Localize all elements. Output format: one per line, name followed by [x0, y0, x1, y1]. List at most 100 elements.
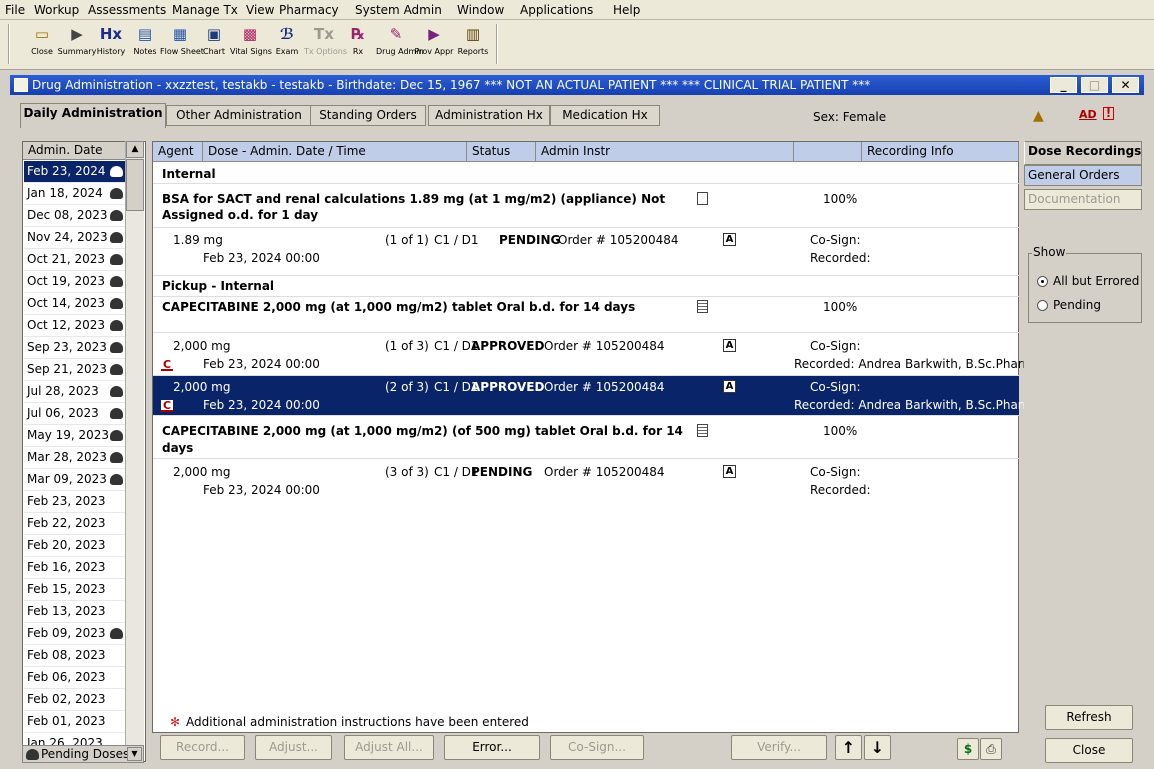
toolbar-vital-signs-button[interactable]: ▩ Vital Signs	[230, 22, 272, 66]
order-row[interactable]: CAPECITABINE 2,000 mg (at 1,000 mg/m2) (…	[153, 416, 1019, 459]
toolbar-chart-button[interactable]: ▣ Chart	[194, 22, 234, 66]
date-row[interactable]: Feb 22, 2023	[24, 513, 129, 535]
tab-standing-orders[interactable]: Standing Orders	[310, 105, 426, 126]
document-icon[interactable]	[697, 192, 708, 205]
date-row[interactable]: Jan 18, 2024	[24, 183, 129, 205]
tab-medication-hx[interactable]: Medication Hx	[550, 105, 660, 126]
date-row[interactable]: Feb 23, 2024	[24, 161, 129, 183]
date-row[interactable]: Nov 24, 2023	[24, 227, 129, 249]
dose-row-selected[interactable]: 2,000 mg (2 of 3) C1 / D1 APPROVED Order…	[153, 376, 1034, 416]
date-row[interactable]: Oct 12, 2023	[24, 315, 129, 337]
toolbar-prov-appr-button[interactable]: ▶ Prov Appr	[414, 22, 454, 66]
menu-help[interactable]: Help	[613, 3, 640, 17]
admin-instr-icon[interactable]: A	[723, 339, 736, 352]
radio-all-but-errored[interactable]	[1037, 276, 1048, 287]
adjust-button[interactable]: Adjust...	[255, 735, 332, 760]
print-button[interactable]: ⎙	[980, 738, 1002, 760]
date-row[interactable]: Jul 28, 2023	[24, 381, 129, 403]
chevron-down-icon[interactable]: ▼	[127, 747, 142, 761]
menu-pharmacy[interactable]: Pharmacy	[279, 3, 339, 17]
tab-daily-administration[interactable]: Daily Administration	[20, 103, 166, 128]
error-button[interactable]: Error...	[444, 735, 540, 760]
date-row[interactable]: Jul 06, 2023	[24, 403, 129, 425]
col-status[interactable]: Status	[467, 142, 536, 162]
col-blank[interactable]	[794, 142, 862, 162]
window-title-bar[interactable]: Drug Administration - xxzztest, testakb …	[10, 75, 1144, 95]
tab-dose-recordings[interactable]: Dose Recordings	[1024, 141, 1142, 165]
billing-button[interactable]: $	[957, 738, 979, 760]
date-row[interactable]: Feb 02, 2023	[24, 689, 129, 711]
menu-window[interactable]: Window	[457, 3, 504, 17]
admin-date-header[interactable]: Admin. Date	[23, 142, 129, 160]
radio-pending[interactable]	[1037, 300, 1048, 311]
date-row[interactable]: May 19, 2023	[24, 425, 129, 447]
toolbar-drug-admin-button[interactable]: ✎ Drug Admin	[376, 22, 424, 66]
admin-instr-icon[interactable]: A	[723, 380, 736, 393]
date-row[interactable]: Feb 20, 2023	[24, 535, 129, 557]
scroll-thumb[interactable]	[126, 159, 144, 211]
minimize-button[interactable]: _	[1050, 77, 1077, 93]
dose-row[interactable]: 1.89 mg (1 of 1) C1 / D1 PENDING Order #…	[153, 228, 1019, 276]
move-up-button[interactable]: ↑	[835, 735, 862, 760]
cosign-required-icon[interactable]: C	[161, 400, 173, 412]
col-admin-instr[interactable]: Admin Instr	[536, 142, 794, 162]
date-row[interactable]: Mar 09, 2023	[24, 469, 129, 491]
toolbar-close-button[interactable]: ▭ Close	[22, 22, 62, 66]
menu-system-admin[interactable]: System Admin	[355, 3, 442, 17]
menu-manage-tx[interactable]: Manage Tx	[172, 3, 238, 17]
scroll-up-button[interactable]: ▲	[126, 141, 144, 158]
adjust-all-button[interactable]: Adjust All...	[344, 735, 434, 760]
tab-documentation[interactable]: Documentation	[1024, 189, 1142, 210]
order-row[interactable]: BSA for SACT and renal calculations 1.89…	[153, 184, 1019, 228]
menu-view[interactable]: View	[246, 3, 274, 17]
menu-workup[interactable]: Workup	[34, 3, 79, 17]
col-dose[interactable]: Dose - Admin. Date / Time	[203, 142, 467, 162]
date-row[interactable]: Feb 09, 2023	[24, 623, 129, 645]
menu-assessments[interactable]: Assessments	[88, 3, 166, 17]
close-window-button[interactable]: ✕	[1112, 77, 1139, 93]
pending-label[interactable]: Pending	[1053, 298, 1101, 312]
date-row[interactable]: Feb 06, 2023	[24, 667, 129, 689]
date-row[interactable]: Feb 15, 2023	[24, 579, 129, 601]
all-but-errored-label[interactable]: All but Errored	[1053, 274, 1139, 288]
date-row[interactable]: Sep 21, 2023	[24, 359, 129, 381]
date-list-scrollbar[interactable]: ▲	[125, 141, 144, 762]
col-agent[interactable]: Agent	[153, 142, 203, 162]
cosign-required-icon[interactable]: C	[161, 359, 173, 371]
move-down-button[interactable]: ↓	[864, 735, 891, 760]
verify-button[interactable]: Verify...	[731, 735, 827, 760]
date-row[interactable]: Oct 14, 2023	[24, 293, 129, 315]
tab-other-administration[interactable]: Other Administration	[166, 105, 312, 126]
order-row[interactable]: CAPECITABINE 2,000 mg (at 1,000 mg/m2) t…	[153, 297, 1019, 333]
toolbar-rx-button[interactable]: ℞ Rx	[338, 22, 378, 66]
dose-row[interactable]: 2,000 mg (1 of 3) C1 / D1 APPROVED Order…	[153, 333, 1034, 376]
date-row[interactable]: Feb 08, 2023	[24, 645, 129, 667]
date-row[interactable]: Feb 13, 2023	[24, 601, 129, 623]
menu-applications[interactable]: Applications	[520, 3, 593, 17]
document-icon[interactable]	[697, 424, 708, 437]
refresh-button[interactable]: Refresh	[1045, 705, 1133, 730]
toolbar-reports-button[interactable]: ▥ Reports	[453, 22, 493, 66]
date-row[interactable]: Feb 01, 2023	[24, 711, 129, 733]
date-row[interactable]: Sep 23, 2023	[24, 337, 129, 359]
dose-row[interactable]: 2,000 mg (3 of 3) C1 / D1 PENDING Order …	[153, 459, 1019, 505]
toolbar-notes-button[interactable]: ▤ Notes	[125, 22, 165, 66]
document-icon[interactable]	[697, 300, 708, 313]
date-row[interactable]: Oct 19, 2023	[24, 271, 129, 293]
date-row[interactable]: Feb 16, 2023	[24, 557, 129, 579]
date-row[interactable]: Dec 08, 2023	[24, 205, 129, 227]
date-row[interactable]: Mar 28, 2023	[24, 447, 129, 469]
admin-instr-icon[interactable]: A	[723, 465, 736, 478]
admin-instr-icon[interactable]: A	[723, 233, 736, 246]
col-recording-info[interactable]: Recording Info	[862, 142, 1019, 162]
record-button[interactable]: Record...	[160, 735, 245, 760]
tab-general-orders[interactable]: General Orders	[1024, 165, 1142, 186]
maximize-button[interactable]: □	[1081, 77, 1108, 93]
cosign-button[interactable]: Co-Sign...	[550, 735, 644, 760]
close-button[interactable]: Close	[1045, 738, 1133, 763]
date-row[interactable]: Feb 23, 2023	[24, 491, 129, 513]
toolbar-exam-button[interactable]: ℬ Exam	[267, 22, 307, 66]
menu-file[interactable]: File	[5, 3, 25, 17]
pending-doses-dropdown[interactable]: Pending Doses ▼	[22, 745, 144, 763]
tab-administration-hx[interactable]: Administration Hx	[428, 105, 550, 126]
